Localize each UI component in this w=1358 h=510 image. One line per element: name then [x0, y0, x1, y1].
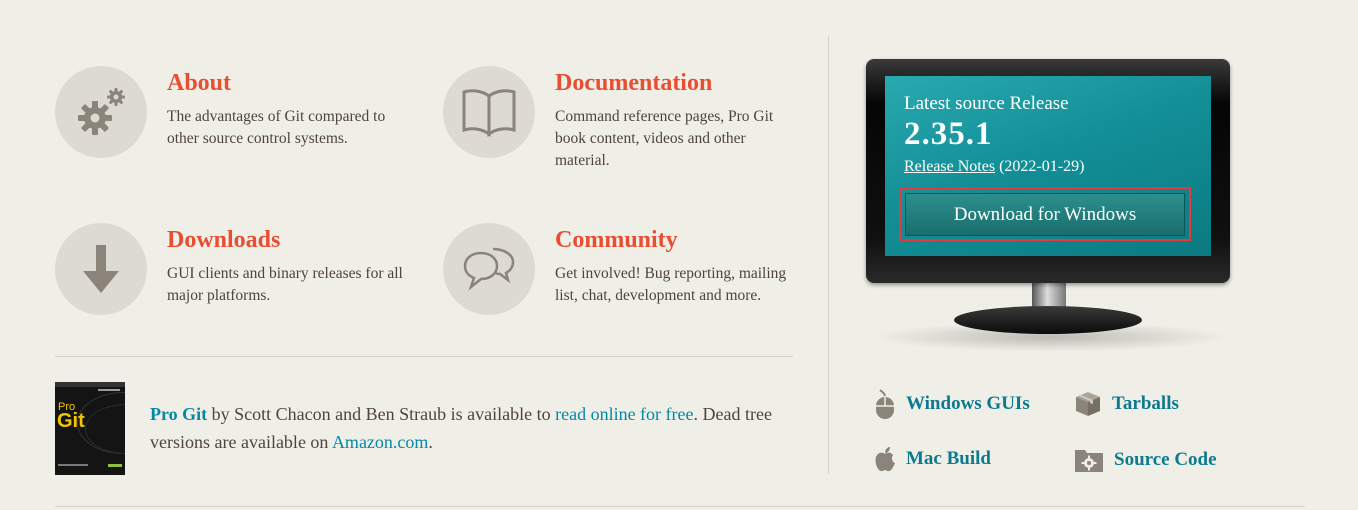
- latest-release-label: Latest source Release: [904, 93, 1069, 114]
- release-version: 2.35.1: [904, 116, 993, 152]
- monitor-base: [954, 306, 1142, 334]
- feature-title-community[interactable]: Community: [555, 227, 678, 254]
- release-notes-line: Release Notes (2022-01-29): [904, 158, 1084, 176]
- download-arrow-icon: [55, 223, 147, 315]
- amazon-link[interactable]: Amazon.com: [332, 432, 428, 452]
- divider-vertical: [828, 36, 829, 474]
- mac-build-label: Mac Build: [906, 448, 991, 469]
- mouse-icon: [874, 388, 896, 420]
- release-date: (2022-01-29): [999, 158, 1085, 175]
- divider-horizontal: [55, 356, 793, 357]
- feature-desc-downloads: GUI clients and binary releases for all …: [167, 265, 403, 304]
- windows-guis-link[interactable]: Windows GUIs: [874, 388, 1030, 420]
- book-icon: [443, 66, 535, 158]
- book-cover-git-text: Git: [57, 410, 85, 432]
- pro-git-text-1: by Scott Chacon and Ben Straub is availa…: [207, 404, 556, 424]
- download-for-windows-button[interactable]: Download for Windows: [905, 193, 1185, 236]
- pro-git-text-3: .: [428, 432, 433, 452]
- source-code-link[interactable]: Source Code: [1074, 447, 1217, 473]
- pro-git-description: Pro Git by Scott Chacon and Ben Straub i…: [150, 400, 790, 456]
- tarballs-link[interactable]: Tarballs: [1074, 391, 1179, 417]
- tarballs-label: Tarballs: [1112, 393, 1179, 414]
- box-icon: [1074, 391, 1102, 417]
- read-online-link[interactable]: read online for free: [555, 404, 693, 424]
- gear-folder-icon: [1074, 447, 1104, 473]
- pro-git-book-cover[interactable]: Pro Git: [55, 382, 125, 475]
- windows-guis-label: Windows GUIs: [906, 393, 1030, 414]
- feature-title-documentation[interactable]: Documentation: [555, 70, 712, 97]
- feature-desc-about: The advantages of Git compared to other …: [167, 108, 386, 147]
- source-code-label: Source Code: [1114, 449, 1217, 470]
- feature-desc-documentation: Command reference pages, Pro Git book co…: [555, 108, 774, 169]
- feature-desc-community: Get involved! Bug reporting, mailing lis…: [555, 265, 787, 304]
- gears-icon: [55, 66, 147, 158]
- apple-icon: [874, 446, 896, 472]
- mac-build-link[interactable]: Mac Build: [874, 446, 991, 472]
- release-notes-link[interactable]: Release Notes: [904, 158, 995, 175]
- pro-git-link[interactable]: Pro Git: [150, 404, 207, 424]
- feature-title-downloads[interactable]: Downloads: [167, 227, 280, 254]
- speech-bubbles-icon: [443, 223, 535, 315]
- feature-title-about[interactable]: About: [167, 70, 231, 97]
- divider-bottom: [55, 506, 1305, 507]
